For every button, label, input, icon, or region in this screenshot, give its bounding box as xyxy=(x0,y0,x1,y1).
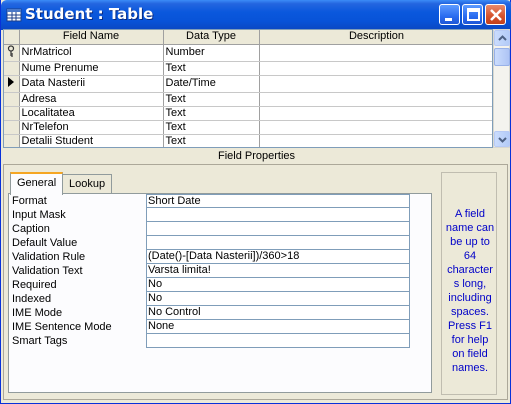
table-row[interactable]: Data Nasterii Date/Time xyxy=(4,75,492,93)
data-type-cell[interactable]: Text xyxy=(163,106,260,121)
field-name-cell[interactable]: NrMatricol xyxy=(19,44,164,62)
title-bar[interactable]: Student : Table xyxy=(1,0,511,30)
primary-key-icon xyxy=(8,44,15,57)
table-row[interactable]: Nume Prenume Text xyxy=(4,61,492,76)
row-selector[interactable] xyxy=(4,120,20,135)
property-label: Input Mask xyxy=(12,209,66,221)
maximize-icon xyxy=(467,8,480,21)
property-label: Validation Text xyxy=(12,265,83,277)
row-selector[interactable] xyxy=(4,75,20,93)
chevron-down-icon xyxy=(498,137,507,143)
data-type-cell[interactable]: Text xyxy=(163,92,260,107)
scroll-down-button[interactable] xyxy=(494,131,510,147)
property-value-field[interactable] xyxy=(146,334,410,348)
field-name-cell[interactable]: Localitatea xyxy=(19,106,164,121)
scroll-up-button[interactable] xyxy=(494,30,510,46)
table-row[interactable]: NrTelefon Text xyxy=(4,120,492,135)
window-title: Student : Table xyxy=(25,5,154,23)
property-label: Default Value xyxy=(12,237,78,249)
field-name-cell[interactable]: Nume Prenume xyxy=(19,61,164,76)
close-icon xyxy=(490,9,502,21)
tab-general[interactable]: General xyxy=(10,172,64,195)
tab-lookup[interactable]: Lookup xyxy=(62,174,113,194)
description-cell[interactable] xyxy=(259,92,492,107)
table-row[interactable]: Localitatea Text xyxy=(4,106,492,121)
row-selector[interactable] xyxy=(4,92,20,107)
row-selector[interactable] xyxy=(4,61,20,76)
minimize-icon xyxy=(445,18,452,21)
row-selector[interactable] xyxy=(4,106,20,121)
field-design-grid: Field Name Data Type Description NrMatri… xyxy=(3,29,493,148)
field-name-cell[interactable]: Data Nasterii xyxy=(19,75,164,93)
table-row[interactable]: Detalii Student Text xyxy=(4,134,492,147)
property-label: Validation Rule xyxy=(12,251,86,263)
property-label: IME Mode xyxy=(12,307,63,319)
property-value-field[interactable]: No xyxy=(146,278,410,292)
help-pane: A field name can be up to 64 character s… xyxy=(441,172,497,395)
maximize-button[interactable] xyxy=(462,4,483,25)
row-selector[interactable] xyxy=(4,134,20,147)
data-type-cell[interactable]: Number xyxy=(163,44,260,62)
field-name-cell[interactable]: Detalii Student xyxy=(19,134,164,147)
property-label: Smart Tags xyxy=(12,335,68,347)
help-text: A field name can be up to 64 character s… xyxy=(445,208,495,374)
field-name-cell[interactable]: NrTelefon xyxy=(19,120,164,135)
vertical-scrollbar[interactable] xyxy=(493,29,510,148)
property-value-field[interactable]: Short Date xyxy=(146,194,410,208)
data-type-cell[interactable]: Date/Time xyxy=(163,75,260,93)
description-cell[interactable] xyxy=(259,120,492,135)
data-type-header[interactable]: Data Type xyxy=(163,30,260,45)
description-cell[interactable] xyxy=(259,134,492,147)
property-value-field[interactable] xyxy=(146,208,410,222)
data-type-cell[interactable]: Text xyxy=(163,61,260,76)
table-design-window: Student : Table Field Name Data Type Des… xyxy=(0,0,511,404)
property-label: Caption xyxy=(12,223,50,235)
property-value-field[interactable]: No xyxy=(146,292,410,306)
property-label: Format xyxy=(12,195,47,207)
description-cell[interactable] xyxy=(259,44,492,62)
description-header[interactable]: Description xyxy=(259,30,492,45)
chevron-up-icon xyxy=(498,35,507,41)
table-row[interactable]: NrMatricol Number xyxy=(4,44,492,62)
table-row[interactable]: Adresa Text xyxy=(4,92,492,107)
property-value-field[interactable]: No Control xyxy=(146,306,410,320)
property-value-field[interactable]: (Date()-[Data Nasterii])/360>18 xyxy=(146,250,410,264)
table-icon xyxy=(6,8,22,22)
scroll-thumb[interactable] xyxy=(494,48,510,66)
field-name-cell[interactable]: Adresa xyxy=(19,92,164,107)
property-label: IME Sentence Mode xyxy=(12,321,112,333)
minimize-button[interactable] xyxy=(439,4,460,25)
property-label: Indexed xyxy=(12,293,52,305)
description-cell[interactable] xyxy=(259,106,492,121)
description-cell[interactable] xyxy=(259,75,492,93)
property-value-field[interactable] xyxy=(146,222,410,236)
property-label: Required xyxy=(12,279,57,291)
property-value-field[interactable] xyxy=(146,236,410,250)
field-properties-label: Field Properties xyxy=(217,150,296,162)
current-row-arrow-icon xyxy=(8,76,15,87)
property-value-field[interactable]: Varsta limita! xyxy=(146,264,410,278)
property-value-field[interactable]: None xyxy=(146,320,410,334)
description-cell[interactable] xyxy=(259,61,492,76)
data-type-cell[interactable]: Text xyxy=(163,120,260,135)
row-selector[interactable] xyxy=(4,44,20,62)
row-selector-header xyxy=(4,30,20,45)
data-type-cell[interactable]: Text xyxy=(163,134,260,147)
field-name-header[interactable]: Field Name xyxy=(19,30,164,45)
close-button[interactable] xyxy=(485,4,506,25)
